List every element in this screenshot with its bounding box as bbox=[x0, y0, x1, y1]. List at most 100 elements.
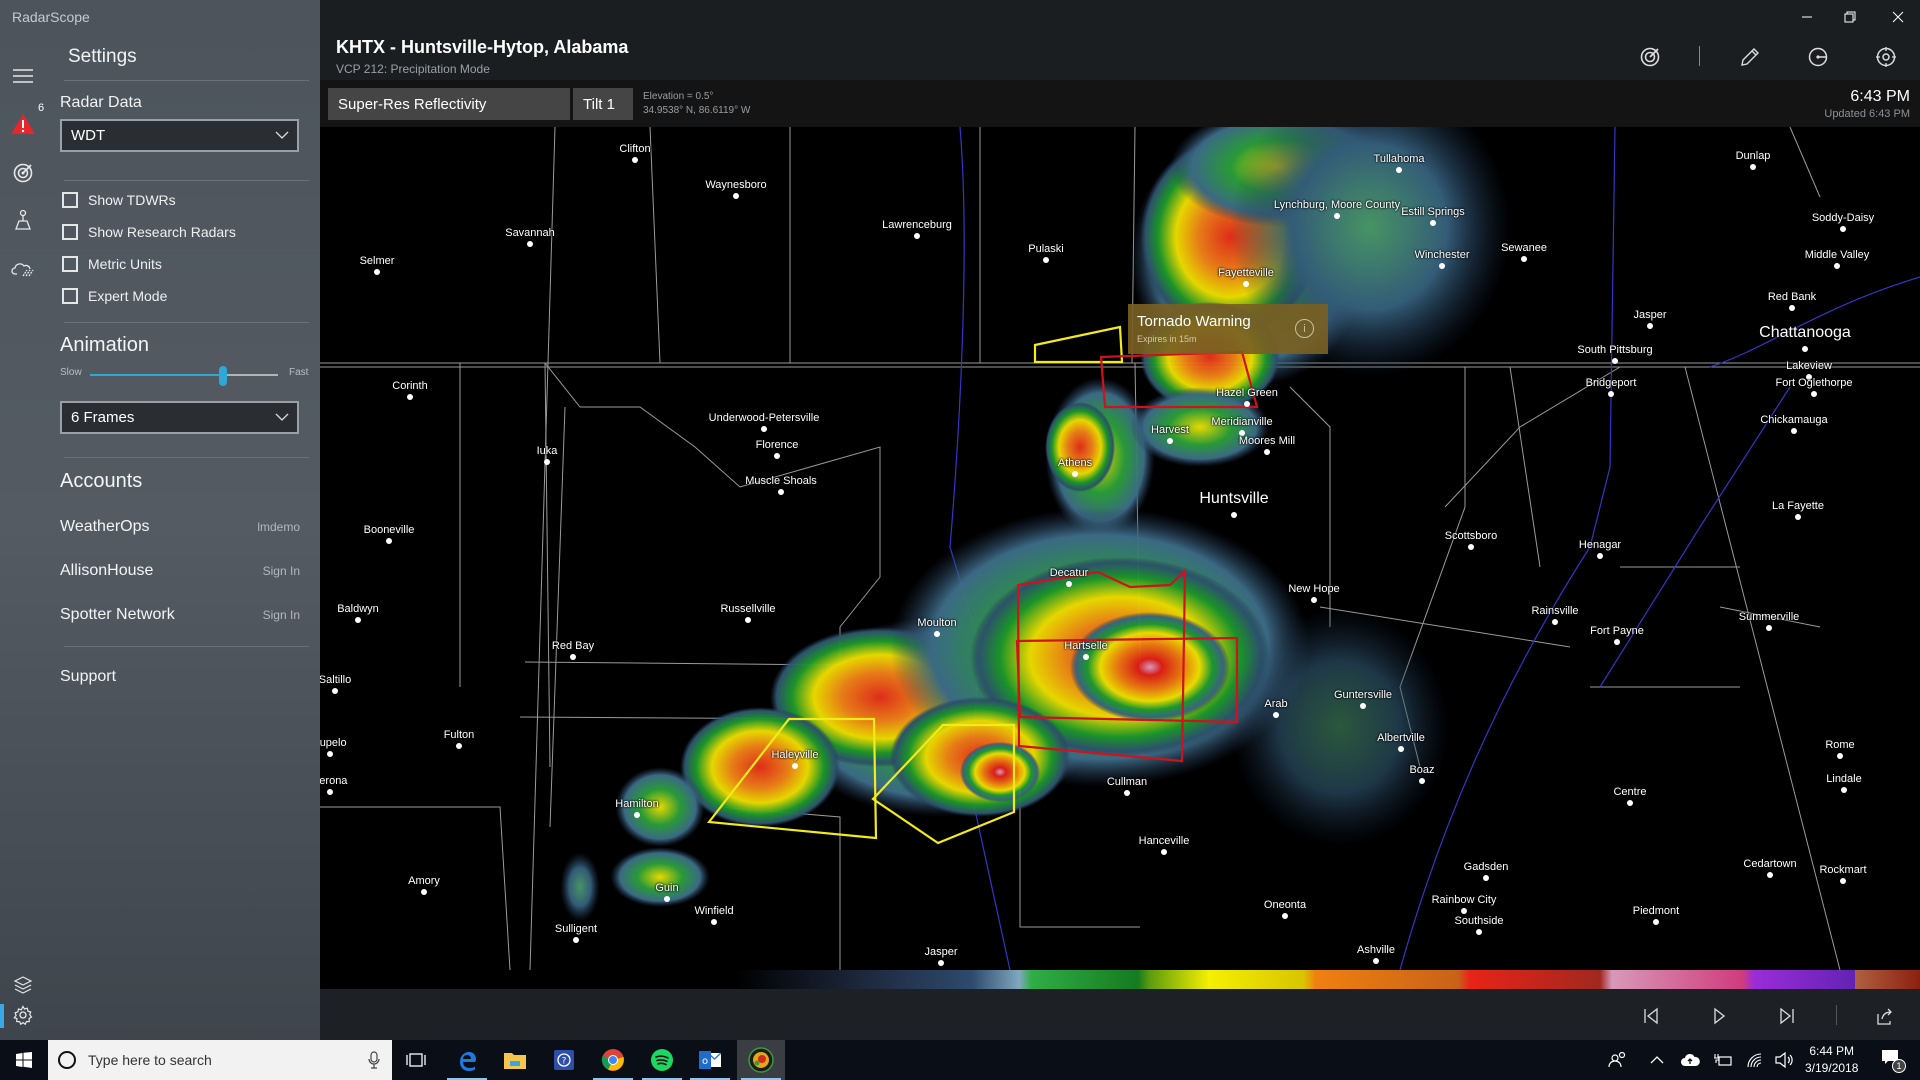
tilt-selector[interactable]: Tilt 1 bbox=[573, 88, 633, 120]
animation-speed-slider[interactable]: Slow Fast bbox=[60, 359, 310, 389]
city-label: Saltillo bbox=[320, 674, 352, 686]
people-button[interactable] bbox=[1608, 1050, 1628, 1070]
onedrive-button[interactable] bbox=[1680, 1050, 1700, 1070]
microphone-icon[interactable] bbox=[368, 1051, 380, 1069]
file-explorer-app[interactable] bbox=[491, 1040, 539, 1080]
checkbox[interactable] bbox=[62, 288, 78, 304]
metric-units-checkbox[interactable]: Metric Units bbox=[62, 256, 162, 272]
support-link[interactable]: Support bbox=[60, 668, 116, 686]
checkbox[interactable] bbox=[62, 224, 78, 240]
city-marker bbox=[1840, 226, 1846, 232]
radarscope-app[interactable] bbox=[737, 1040, 785, 1080]
city-marker bbox=[407, 394, 413, 400]
slider-track[interactable] bbox=[90, 366, 278, 386]
show-research-radars-checkbox[interactable]: Show Research Radars bbox=[62, 224, 236, 240]
city-marker bbox=[1430, 220, 1436, 226]
city-marker bbox=[1373, 958, 1379, 964]
play-button[interactable] bbox=[1704, 1001, 1734, 1031]
city-label: Iuka bbox=[536, 445, 558, 457]
menu-button[interactable] bbox=[0, 56, 46, 96]
location-button[interactable] bbox=[1800, 42, 1836, 72]
task-view-icon bbox=[406, 1053, 426, 1067]
close-icon bbox=[1892, 11, 1904, 23]
city-marker bbox=[1419, 778, 1425, 784]
city-marker bbox=[938, 960, 944, 966]
city-label: Chattanooga bbox=[1759, 324, 1851, 341]
step-back-button[interactable] bbox=[1636, 1001, 1666, 1031]
volume-button[interactable] bbox=[1775, 1050, 1795, 1070]
share-button[interactable] bbox=[1870, 1001, 1900, 1031]
show-tdwrs-checkbox[interactable]: Show TDWRs bbox=[62, 192, 176, 208]
taskbar-clock[interactable]: 6:44 PM 3/19/2018 bbox=[1805, 1043, 1858, 1077]
action-center-button[interactable]: 1 bbox=[1880, 1048, 1906, 1073]
start-button[interactable] bbox=[0, 1040, 48, 1080]
close-button[interactable] bbox=[1875, 4, 1920, 30]
clock-date: 3/19/2018 bbox=[1805, 1061, 1859, 1075]
outlook-app[interactable]: o bbox=[686, 1040, 734, 1080]
account-allisonhouse[interactable]: AllisonHouse Sign In bbox=[60, 556, 300, 586]
city-marker bbox=[327, 751, 333, 757]
accounts-heading: Accounts bbox=[60, 470, 143, 492]
tornado-warning-popup[interactable]: Tornado Warning Expires in 15m i bbox=[1128, 304, 1328, 354]
city-marker bbox=[1311, 597, 1317, 603]
city-marker bbox=[774, 453, 780, 459]
city-label: Boaz bbox=[1409, 764, 1435, 776]
warnings-count-badge: 6 bbox=[38, 102, 45, 114]
city-label: Rockmart bbox=[1819, 864, 1867, 876]
chrome-app[interactable] bbox=[589, 1040, 637, 1080]
taskbar-search[interactable]: Type here to search bbox=[48, 1040, 392, 1080]
warnings-button[interactable]: 6 bbox=[0, 102, 46, 144]
city-label: Southside bbox=[1454, 915, 1504, 927]
account-name: WeatherOps bbox=[60, 518, 150, 535]
restore-button[interactable] bbox=[1827, 4, 1873, 30]
wifi-button[interactable] bbox=[1746, 1050, 1764, 1070]
sign-in-link[interactable]: Sign In bbox=[263, 564, 300, 578]
city-label: Decatur bbox=[1049, 567, 1089, 579]
city-marker bbox=[1597, 553, 1603, 559]
sign-in-link[interactable]: Sign In bbox=[263, 608, 300, 622]
minimize-button[interactable] bbox=[1784, 4, 1830, 30]
checkbox[interactable] bbox=[62, 256, 78, 272]
radars-button[interactable] bbox=[0, 153, 46, 193]
city-marker bbox=[1083, 654, 1089, 660]
step-forward-icon bbox=[1780, 1007, 1794, 1025]
city-label: Amory bbox=[408, 875, 440, 887]
product-selector[interactable]: Super-Res Reflectivity bbox=[328, 88, 570, 120]
storm-reports-button[interactable] bbox=[0, 249, 46, 289]
draw-button[interactable] bbox=[1732, 42, 1768, 72]
city-label: Jasper bbox=[924, 946, 958, 958]
center-radar-button[interactable] bbox=[1868, 42, 1904, 72]
account-weatherops[interactable]: WeatherOps lmdemo bbox=[60, 512, 300, 542]
city-label: Rainsville bbox=[1531, 605, 1579, 617]
city-label: Booneville bbox=[363, 524, 415, 536]
fast-label: Fast bbox=[289, 367, 309, 378]
city-marker bbox=[1837, 753, 1843, 759]
radar-select-button[interactable] bbox=[1632, 42, 1668, 72]
city-marker bbox=[1612, 358, 1618, 364]
expert-mode-checkbox[interactable]: Expert Mode bbox=[62, 288, 167, 304]
settings-button[interactable] bbox=[0, 995, 46, 1035]
slider-thumb[interactable] bbox=[219, 366, 228, 386]
radar-map[interactable]: Clifton Waynesboro Savannah Lawrenceburg Sel… bbox=[320, 127, 1920, 970]
radar-provider-select[interactable]: WDT bbox=[60, 119, 299, 152]
slow-label: Slow bbox=[60, 367, 82, 378]
checkbox[interactable] bbox=[62, 192, 78, 208]
task-view-button[interactable] bbox=[392, 1040, 440, 1080]
city-marker bbox=[1521, 256, 1527, 262]
reflectivity-color-scale bbox=[735, 970, 1920, 989]
divider bbox=[1699, 46, 1700, 66]
battery-button[interactable] bbox=[1713, 1050, 1733, 1070]
help-app[interactable]: ? bbox=[540, 1040, 588, 1080]
frames-select[interactable]: 6 Frames bbox=[60, 401, 299, 434]
radar-map-canvas bbox=[320, 127, 1920, 970]
spotter-button[interactable] bbox=[0, 200, 46, 240]
chevron-down-icon bbox=[275, 131, 289, 139]
account-status: lmdemo bbox=[257, 520, 300, 534]
divider bbox=[64, 646, 309, 647]
edge-app[interactable] bbox=[443, 1040, 491, 1080]
step-forward-button[interactable] bbox=[1772, 1001, 1802, 1031]
show-hidden-icons-button[interactable] bbox=[1650, 1050, 1664, 1070]
spotify-app[interactable] bbox=[638, 1040, 686, 1080]
account-spotter-network[interactable]: Spotter Network Sign In bbox=[60, 600, 300, 630]
info-icon[interactable]: i bbox=[1295, 319, 1314, 338]
